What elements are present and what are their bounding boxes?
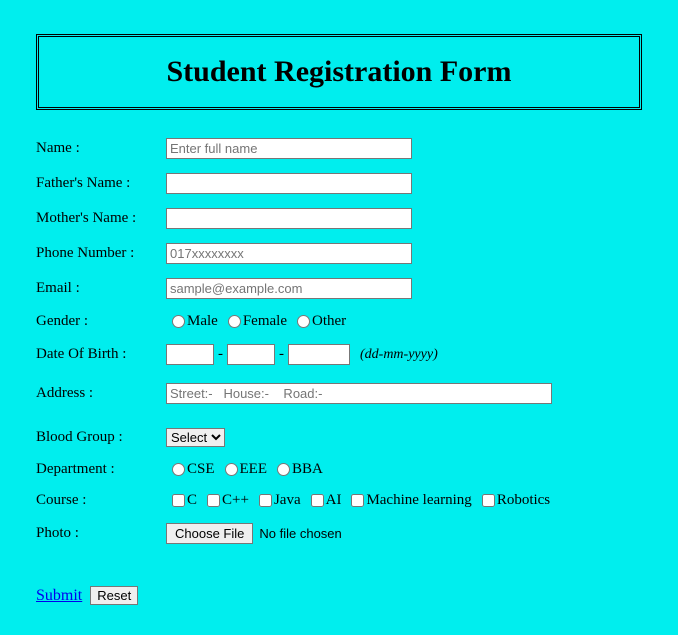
label-email: Email :	[36, 280, 166, 297]
label-father: Father's Name :	[36, 175, 166, 192]
gender-male-radio[interactable]	[172, 315, 185, 328]
gender-female-label: Female	[243, 313, 287, 330]
address-input[interactable]	[166, 383, 552, 404]
submit-link[interactable]: Submit	[36, 587, 82, 604]
course-robotics-label: Robotics	[497, 492, 550, 509]
choose-file-button[interactable]: Choose File	[166, 523, 253, 544]
gender-other-label: Other	[312, 313, 346, 330]
label-course: Course :	[36, 492, 166, 509]
label-photo: Photo :	[36, 525, 166, 542]
email-input[interactable]	[166, 278, 412, 299]
gender-other-radio[interactable]	[297, 315, 310, 328]
dept-eee-radio[interactable]	[225, 463, 238, 476]
blood-group-select[interactable]: Select	[166, 428, 225, 447]
course-robotics-checkbox[interactable]	[482, 494, 495, 507]
label-blood: Blood Group :	[36, 429, 166, 446]
course-c-label: C	[187, 492, 197, 509]
course-java-checkbox[interactable]	[259, 494, 272, 507]
course-ml-checkbox[interactable]	[351, 494, 364, 507]
label-phone: Phone Number :	[36, 245, 166, 262]
form-header: Student Registration Form	[36, 34, 642, 110]
dob-day-input[interactable]	[166, 344, 214, 365]
course-java-label: Java	[274, 492, 301, 509]
dept-cse-radio[interactable]	[172, 463, 185, 476]
label-name: Name :	[36, 140, 166, 157]
dob-hint: (dd-mm-yyyy)	[360, 347, 438, 363]
course-c-checkbox[interactable]	[172, 494, 185, 507]
dob-sep2: -	[279, 346, 284, 363]
gender-male-label: Male	[187, 313, 218, 330]
dept-bba-label: BBA	[292, 461, 323, 478]
label-mother: Mother's Name :	[36, 210, 166, 227]
course-ai-checkbox[interactable]	[311, 494, 324, 507]
reset-button[interactable]: Reset	[90, 586, 138, 605]
mother-name-input[interactable]	[166, 208, 412, 229]
dept-bba-radio[interactable]	[277, 463, 290, 476]
file-status: No file chosen	[259, 526, 341, 541]
page-title: Student Registration Form	[49, 55, 629, 89]
course-ai-label: AI	[326, 492, 342, 509]
course-ml-label: Machine learning	[366, 492, 471, 509]
dob-month-input[interactable]	[227, 344, 275, 365]
dept-eee-label: EEE	[240, 461, 268, 478]
label-dept: Department :	[36, 461, 166, 478]
label-dob: Date Of Birth :	[36, 346, 166, 363]
label-address: Address :	[36, 385, 166, 402]
dob-sep1: -	[218, 346, 223, 363]
dept-cse-label: CSE	[187, 461, 215, 478]
course-cpp-label: C++	[222, 492, 249, 509]
dob-year-input[interactable]	[288, 344, 350, 365]
name-input[interactable]	[166, 138, 412, 159]
gender-female-radio[interactable]	[228, 315, 241, 328]
course-cpp-checkbox[interactable]	[207, 494, 220, 507]
label-gender: Gender :	[36, 313, 166, 330]
father-name-input[interactable]	[166, 173, 412, 194]
phone-input[interactable]	[166, 243, 412, 264]
